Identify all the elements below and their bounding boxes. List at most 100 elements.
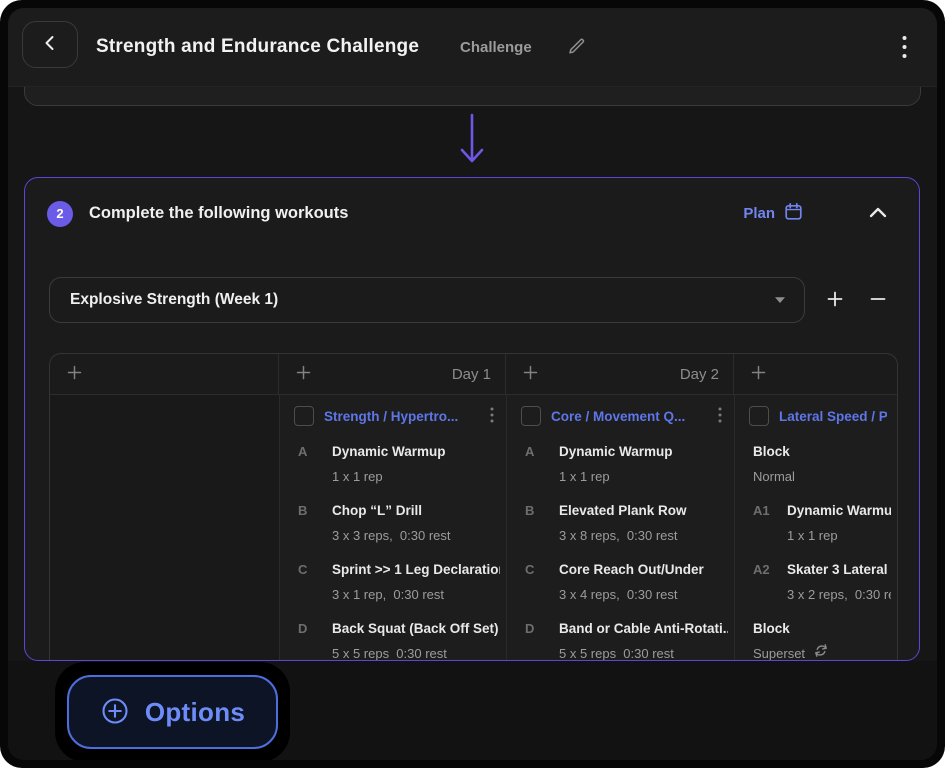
exercise-list: A Dynamic Warmup1 x 1 rep B Elevated Pla… [507, 426, 734, 661]
block-mode: Superset [753, 641, 805, 661]
edit-icon[interactable] [566, 36, 587, 62]
chevron-up-icon [867, 204, 889, 223]
workout-week-select[interactable]: Explosive Strength (Week 1) [49, 277, 805, 323]
options-button-highlight-ring: Options [55, 662, 290, 760]
workout-card-header: Strength / Hypertro... [280, 395, 506, 426]
block-header: Block Normal [753, 439, 891, 489]
add-day-button[interactable] [64, 364, 85, 384]
workout-planner-table: Day 1 Day 2 [49, 353, 898, 661]
exercise-list: A Dynamic Warmup1 x 1 rep B Chop “L” Dri… [280, 426, 506, 661]
exercise-tag: C [298, 557, 332, 607]
workout-card-header: Lateral Speed / Ply [735, 395, 897, 426]
block-header: Block Superset [753, 616, 891, 661]
exercise-name: Dynamic Warmup [332, 439, 500, 464]
exercise-name: Core Reach Out/Under [559, 557, 728, 582]
workout-title-link[interactable]: Lateral Speed / Ply [779, 409, 887, 424]
exercise-name: Sprint >> 1 Leg Declarations [332, 557, 500, 582]
workout-menu-button[interactable] [716, 407, 724, 426]
plan-button[interactable]: Plan [737, 201, 809, 226]
exercise-tag: A2 [753, 557, 787, 607]
exercise-detail: 3 x 2 reps, 0:30 re [787, 582, 891, 607]
exercise-tag: B [298, 498, 332, 548]
exercise-name: Elevated Plank Row [559, 498, 728, 523]
exercise-detail: 1 x 1 rep [787, 523, 891, 548]
chevron-left-icon [40, 33, 60, 56]
block-mode: Normal [753, 464, 891, 489]
step-header: 2 Complete the following workouts Plan [25, 178, 919, 249]
planner-column-day3: Lateral Speed / Ply Block Normal A1 Dyna… [735, 395, 897, 661]
workout-checkbox[interactable] [749, 406, 769, 426]
exercise-row[interactable]: C Sprint >> 1 Leg Declarations3 x 1 rep,… [298, 557, 500, 607]
exercise-name: Dynamic Warmup [559, 439, 728, 464]
add-day-button[interactable] [748, 364, 769, 384]
back-button[interactable] [22, 21, 78, 68]
workout-checkbox[interactable] [294, 406, 314, 426]
exercise-row[interactable]: C Core Reach Out/Under3 x 4 reps, 0:30 r… [525, 557, 728, 607]
exercise-tag: A1 [753, 498, 787, 548]
exercise-row[interactable]: D Band or Cable Anti-Rotati...5 x 5 reps… [525, 616, 728, 661]
planner-body: Strength / Hypertro... A Dynamic Warmup1… [50, 395, 897, 661]
planner-header-cell: Day 2 [506, 354, 734, 394]
exercise-detail: 5 x 5 reps 0:30 rest [332, 641, 500, 661]
add-day-button[interactable] [293, 364, 314, 384]
exercise-detail: 1 x 1 rep [559, 464, 728, 489]
exercise-name: Back Squat (Back Off Set) [332, 616, 500, 641]
day-label: Day 2 [680, 366, 719, 383]
caret-down-icon [774, 291, 786, 309]
block-label: Block [753, 439, 891, 464]
exercise-row[interactable]: D Back Squat (Back Off Set)5 x 5 reps 0:… [298, 616, 500, 661]
exercise-row[interactable]: B Chop “L” Drill3 x 3 reps, 0:30 rest [298, 498, 500, 548]
exercise-name: Band or Cable Anti-Rotati... [559, 616, 728, 641]
exercise-detail: 3 x 8 reps, 0:30 rest [559, 523, 728, 548]
plus-icon [750, 364, 767, 384]
entity-type-label: Challenge [460, 8, 532, 86]
workout-title-link[interactable]: Strength / Hypertro... [324, 409, 478, 424]
exercise-name: Chop “L” Drill [332, 498, 500, 523]
kebab-vertical-icon [490, 407, 494, 426]
kebab-vertical-icon [902, 35, 907, 62]
step-title: Complete the following workouts [89, 204, 348, 223]
workout-card-header: Core / Movement Q... [507, 395, 734, 426]
app-window: Strength and Endurance Challenge Challen… [8, 8, 937, 760]
flow-arrow-down-icon [458, 112, 486, 175]
exercise-row[interactable]: A2 Skater 3 Lateral Ho3 x 2 reps, 0:30 r… [753, 557, 891, 607]
plus-circle-icon [100, 696, 130, 729]
day-label: Day 1 [452, 366, 491, 383]
add-day-button[interactable] [520, 364, 541, 384]
header: Strength and Endurance Challenge Challen… [8, 8, 937, 87]
plus-icon [826, 290, 844, 311]
exercise-list: Block Normal A1 Dynamic Warmup1 x 1 rep … [735, 426, 897, 661]
exercise-row[interactable]: B Elevated Plank Row3 x 8 reps, 0:30 res… [525, 498, 728, 548]
exercise-tag: D [298, 616, 332, 661]
exercise-row[interactable]: A Dynamic Warmup1 x 1 rep [298, 439, 500, 489]
exercise-tag: A [525, 439, 559, 489]
exercise-tag: D [525, 616, 559, 661]
plus-icon [66, 364, 83, 384]
remove-week-button[interactable] [861, 285, 895, 315]
block-label: Block [753, 616, 891, 641]
exercise-row[interactable]: A1 Dynamic Warmup1 x 1 rep [753, 498, 891, 548]
planner-column-day1: Strength / Hypertro... A Dynamic Warmup1… [280, 395, 507, 661]
exercise-row[interactable]: A Dynamic Warmup1 x 1 rep [525, 439, 728, 489]
workout-checkbox[interactable] [521, 406, 541, 426]
plan-label: Plan [743, 205, 775, 222]
workout-week-value: Explosive Strength (Week 1) [70, 291, 774, 309]
collapse-step-button[interactable] [861, 203, 895, 224]
add-week-button[interactable] [818, 285, 852, 315]
calendar-icon [784, 202, 803, 225]
kebab-vertical-icon [718, 407, 722, 426]
exercise-tag: C [525, 557, 559, 607]
workout-menu-button[interactable] [488, 407, 496, 426]
planner-header-cell: Day 1 [279, 354, 506, 394]
exercise-detail: 3 x 3 reps, 0:30 rest [332, 523, 500, 548]
page-title: Strength and Endurance Challenge [96, 8, 419, 86]
options-button[interactable]: Options [67, 675, 278, 749]
workout-title-link[interactable]: Core / Movement Q... [551, 409, 706, 424]
planner-header-cell [734, 354, 897, 394]
planner-column-empty[interactable] [50, 395, 280, 661]
overflow-menu-button[interactable] [894, 34, 914, 62]
exercise-detail: 1 x 1 rep [332, 464, 500, 489]
exercise-detail: 5 x 5 reps 0:30 rest [559, 641, 728, 661]
exercise-tag: A [298, 439, 332, 489]
planner-header-row: Day 1 Day 2 [50, 354, 897, 395]
